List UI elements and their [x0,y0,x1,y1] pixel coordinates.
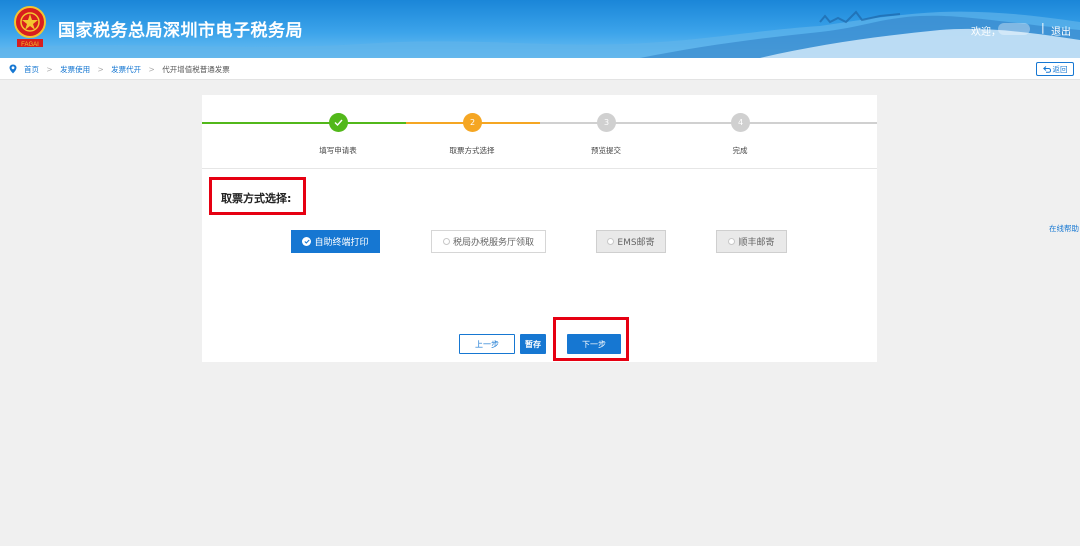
step-3-label: 预览提交 [591,146,621,155]
breadcrumb-current-page: 代开增值税普通发票 [162,65,230,74]
national-emblem-logo: FAGAI [14,6,46,48]
location-pin-icon [9,64,17,74]
option-label: EMS邮寄 [617,238,655,248]
step-1-done-circle [329,113,348,132]
user-name-redacted [998,23,1030,35]
step-2-circle: 2 [463,113,482,132]
option-label: 自助终端打印 [314,238,369,248]
breadcrumb: 首页 > 发票使用 > 发票代开 > 代开增值税普通发票 [24,64,230,75]
back-button-label: 返回 [1052,64,1068,74]
return-arrow-icon [1042,65,1051,73]
breadcrumb-separator: > [148,65,155,74]
option-self-service-terminal[interactable]: 自助终端打印 [291,230,380,253]
save-draft-button[interactable]: 暂存 [520,334,546,354]
step-line-done [202,122,338,124]
highlight-box-section-title [209,177,306,215]
highlight-box-next-button [553,317,629,361]
back-button[interactable]: 返回 [1036,62,1074,76]
radio-icon [442,238,450,245]
step-3-circle: 3 [597,113,616,132]
radio-icon [607,238,615,245]
main-panel: 2 3 4 填写申请表 取票方式选择 预览提交 完成 取票方式选择: 自助终端打… [202,95,877,362]
option-label: 顺丰邮寄 [738,238,775,248]
online-help-link[interactable]: 在线帮助 [1049,223,1079,234]
step-1-label: 填写申请表 [319,146,357,155]
breadcrumb-separator: > [46,65,53,74]
top-header: FAGAI 国家税务总局深圳市电子税务局 欢迎， | 退出 [0,0,1080,58]
steps-divider [202,168,877,169]
check-circle-icon [302,237,312,246]
breadcrumb-separator: > [97,65,104,74]
option-ems-mail: EMS邮寄 [596,230,666,253]
step-4-circle: 4 [731,113,750,132]
emblem-text: FAGAI [21,42,39,48]
step-4-label: 完成 [732,146,748,155]
checkmark-icon [334,119,343,126]
welcome-text: 欢迎， [971,27,1001,38]
step-2-label: 取票方式选择 [449,146,495,155]
breadcrumb-home[interactable]: 首页 [24,65,39,74]
option-sf-express-mail: 顺丰邮寄 [716,230,787,253]
logout-link[interactable]: 退出 [1051,23,1071,38]
site-title: 国家税务总局深圳市电子税务局 [58,21,303,41]
breadcrumb-bar: 首页 > 发票使用 > 发票代开 > 代开增值税普通发票 返回 [0,58,1080,80]
breadcrumb-invoice-use[interactable]: 发票使用 [60,65,90,74]
step-line-pending [540,122,877,124]
breadcrumb-invoice-issue[interactable]: 发票代开 [111,65,141,74]
option-label: 税局办税服务厅领取 [452,238,534,248]
prev-step-button[interactable]: 上一步 [459,334,515,354]
header-divider: | [1041,21,1045,34]
radio-icon [728,238,736,245]
option-tax-office-pickup[interactable]: 税局办税服务厅领取 [431,230,546,253]
